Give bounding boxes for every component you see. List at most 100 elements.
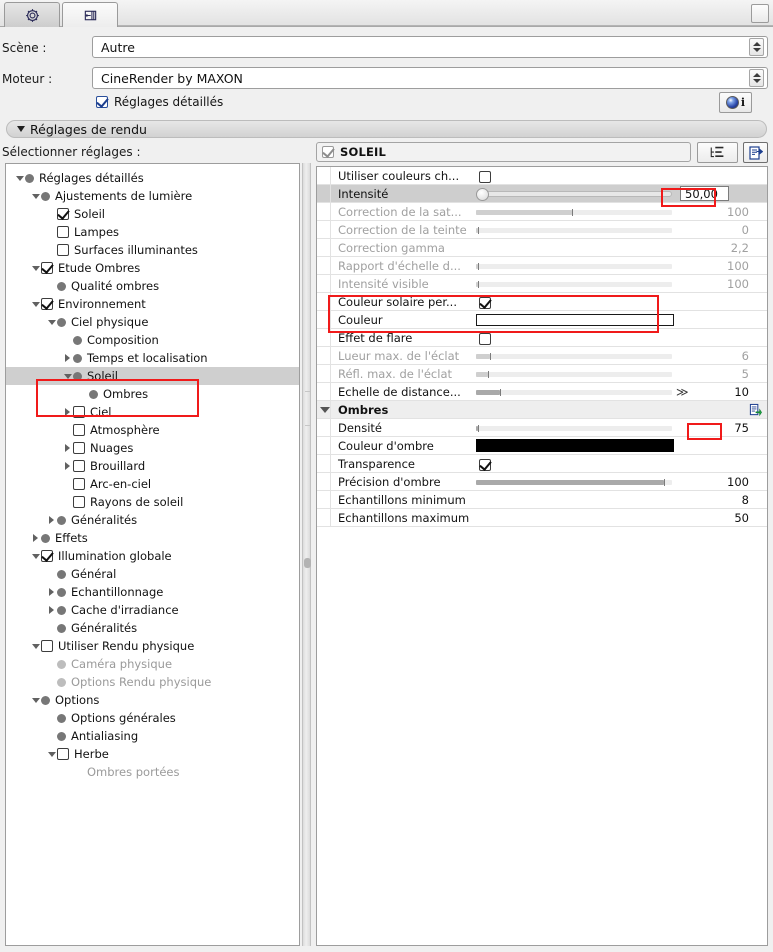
tree-item-checkbox[interactable] xyxy=(73,406,85,418)
triangle-right-icon[interactable] xyxy=(46,511,57,529)
tab-layout[interactable] xyxy=(62,2,118,27)
property-value[interactable]: 8 xyxy=(689,493,749,507)
triangle-down-icon[interactable] xyxy=(62,367,73,385)
info-button[interactable]: i xyxy=(719,92,752,113)
triangle-down-icon[interactable] xyxy=(46,745,57,763)
property-slider[interactable] xyxy=(476,353,672,360)
tree-item-temps-et-localisation[interactable]: Temps et localisation xyxy=(6,349,299,367)
triangle-down-icon[interactable] xyxy=(30,691,41,709)
tree-item-checkbox[interactable] xyxy=(73,424,85,436)
tree-item-g-n-ralit-s[interactable]: Généralités xyxy=(6,619,299,637)
tree-item-illumination-globale[interactable]: Illumination globale xyxy=(6,547,299,565)
tab-render-settings[interactable] xyxy=(4,2,60,27)
triangle-right-icon[interactable] xyxy=(62,349,73,367)
engine-stepper[interactable] xyxy=(749,69,764,87)
tree-item-checkbox[interactable] xyxy=(57,748,69,760)
property-slider[interactable] xyxy=(476,389,672,396)
property-row-intensit[interactable]: Intensité 50,00 xyxy=(317,185,767,203)
tree-item-cache-d-irradiance[interactable]: Cache d'irradiance xyxy=(6,601,299,619)
triangle-down-icon[interactable] xyxy=(30,547,41,565)
property-slider[interactable] xyxy=(476,263,672,270)
property-row-couleur-solaire-per[interactable]: Couleur solaire per... xyxy=(317,293,767,311)
tree-item-utiliser-rendu-physique[interactable]: Utiliser Rendu physique xyxy=(6,637,299,655)
export-settings-button[interactable] xyxy=(743,142,768,163)
property-row-ombres[interactable]: Ombres xyxy=(317,401,767,419)
properties-panel[interactable]: Utiliser couleurs ch... Intensité 50,00 Cor… xyxy=(316,166,768,946)
property-row-couleur-d-ombre[interactable]: Couleur d'ombre xyxy=(317,437,767,455)
tree-item-checkbox[interactable] xyxy=(41,640,53,652)
property-value[interactable]: 100 xyxy=(689,475,749,489)
tree-item-arc-en-ciel[interactable]: Arc-en-ciel xyxy=(6,475,299,493)
tree-item-checkbox[interactable] xyxy=(73,442,85,454)
settings-tree-panel[interactable]: Réglages détaillés Ajustements de lumière… xyxy=(5,163,300,946)
tree-item-antialiasing[interactable]: Antialiasing xyxy=(6,727,299,745)
property-row-effet-de-flare[interactable]: Effet de flare xyxy=(317,329,767,347)
scrollbar-thumb[interactable] xyxy=(304,558,311,568)
slider-knob[interactable] xyxy=(476,188,489,201)
property-value[interactable]: 10 xyxy=(689,385,749,399)
triangle-right-icon[interactable] xyxy=(46,601,57,619)
tree-item-cam-ra-physique[interactable]: Caméra physique xyxy=(6,655,299,673)
engine-dropdown[interactable]: CineRender by MAXON xyxy=(92,67,768,89)
render-settings-section-header[interactable]: Réglages de rendu xyxy=(6,120,767,138)
tree-item-checkbox[interactable] xyxy=(57,208,69,220)
property-value[interactable]: 5 xyxy=(689,367,749,381)
tree-item-checkbox[interactable] xyxy=(73,496,85,508)
property-value[interactable]: 100 xyxy=(689,205,749,219)
tree-item-options-g-n-rales[interactable]: Options générales xyxy=(6,709,299,727)
property-value[interactable]: 6 xyxy=(689,349,749,363)
triangle-down-icon[interactable] xyxy=(30,259,41,277)
properties-title-field[interactable]: SOLEIL xyxy=(316,142,691,162)
tree-item-checkbox[interactable] xyxy=(41,550,53,562)
tree-item-etude-ombres[interactable]: Etude Ombres xyxy=(6,259,299,277)
tree-item-ombres[interactable]: Ombres xyxy=(6,385,299,403)
tree-item-brouillard[interactable]: Brouillard xyxy=(6,457,299,475)
property-value[interactable]: 100 xyxy=(689,259,749,273)
property-value[interactable]: 0 xyxy=(689,223,749,237)
property-value[interactable]: 50 xyxy=(689,511,749,525)
tree-item-lampes[interactable]: Lampes xyxy=(6,223,299,241)
slider-handle[interactable] xyxy=(572,209,574,216)
property-value[interactable]: 75 xyxy=(689,421,749,435)
tree-item-atmosph-re[interactable]: Atmosphère xyxy=(6,421,299,439)
slider-handle[interactable] xyxy=(487,371,489,378)
tree-item-checkbox[interactable] xyxy=(41,298,53,310)
tree-item-soleil[interactable]: Soleil xyxy=(6,205,299,223)
tree-item-g-n-ralit-s[interactable]: Généralités xyxy=(6,511,299,529)
triangle-right-icon[interactable] xyxy=(62,457,73,475)
tree-item-g-n-ral[interactable]: Général xyxy=(6,565,299,583)
slider-handle[interactable] xyxy=(477,227,479,234)
triangle-down-icon[interactable] xyxy=(320,407,330,413)
property-slider[interactable] xyxy=(476,191,672,197)
triangle-right-icon[interactable] xyxy=(46,583,57,601)
property-row-echantillons-minimum[interactable]: Echantillons minimum 8 xyxy=(317,491,767,509)
slider-handle[interactable] xyxy=(477,263,479,270)
property-row-correction-de-la-sat[interactable]: Correction de la sat... 100 xyxy=(317,203,767,221)
property-row-densit[interactable]: Densité 75 xyxy=(317,419,767,437)
scene-dropdown[interactable]: Autre xyxy=(92,36,768,58)
tree-item-soleil[interactable]: Soleil xyxy=(6,367,299,385)
detailed-settings-checkbox[interactable]: Réglages détaillés xyxy=(96,95,223,109)
property-row-rapport-d-chelle-d[interactable]: Rapport d'échelle d... 100 xyxy=(317,257,767,275)
double-chevron-icon[interactable]: ≫ xyxy=(676,386,689,398)
slider-handle[interactable] xyxy=(477,281,479,288)
property-slider[interactable] xyxy=(476,425,672,432)
property-row-echantillons-maximum[interactable]: Echantillons maximum 50 xyxy=(317,509,767,527)
property-slider[interactable] xyxy=(476,209,672,216)
property-slider[interactable] xyxy=(476,227,672,234)
tree-item-options[interactable]: Options xyxy=(6,691,299,709)
tree-item-checkbox[interactable] xyxy=(73,478,85,490)
property-row-utiliser-couleurs-ch[interactable]: Utiliser couleurs ch... xyxy=(317,167,767,185)
tree-item-herbe[interactable]: Herbe xyxy=(6,745,299,763)
property-row-lueur-max-de-l-clat[interactable]: Lueur max. de l'éclat 6 xyxy=(317,347,767,365)
property-slider[interactable] xyxy=(476,281,672,288)
property-slider[interactable] xyxy=(476,479,672,486)
tree-item-composition[interactable]: Composition xyxy=(6,331,299,349)
triangle-down-icon[interactable] xyxy=(30,637,41,655)
scene-stepper[interactable] xyxy=(749,38,764,56)
property-row-transparence[interactable]: Transparence xyxy=(317,455,767,473)
slider-handle[interactable] xyxy=(477,425,479,432)
slider-handle[interactable] xyxy=(664,479,666,486)
property-row-correction-de-la-teinte[interactable]: Correction de la teinte 0 xyxy=(317,221,767,239)
property-checkbox[interactable] xyxy=(479,170,491,183)
